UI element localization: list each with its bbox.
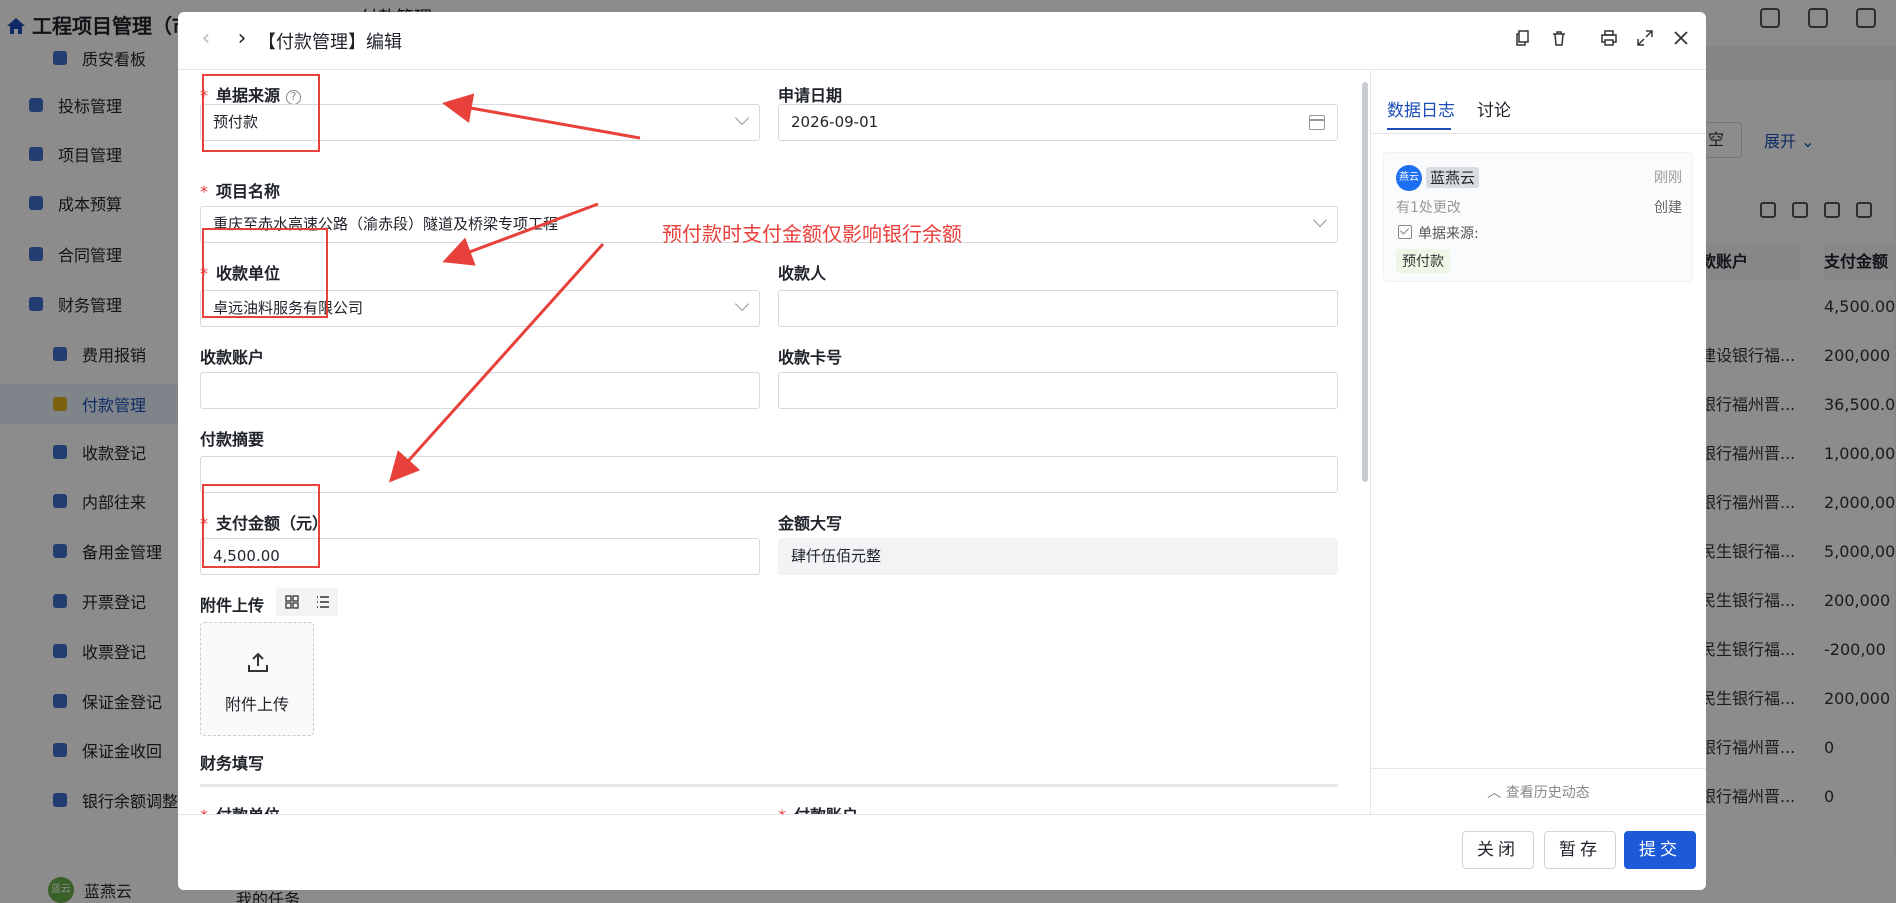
log-time: 刚刚 [1654, 170, 1682, 186]
maximize-icon[interactable] [1636, 29, 1654, 47]
grid-view-icon[interactable] [284, 595, 299, 609]
modal-header-actions [1514, 29, 1690, 47]
date-value: 2026-09-01 [791, 113, 879, 131]
modal-footer: 关闭 暂存 提交 [178, 814, 1706, 890]
close-icon[interactable] [1672, 29, 1690, 47]
copy-icon[interactable] [1514, 29, 1532, 47]
chevron-down-icon [734, 296, 750, 312]
side-panel: 数据日志 讨论 燕云 蓝燕云 刚刚 有1处更改 创建 单据来源: 预付款 ︿ 查… [1371, 70, 1706, 814]
payee-input[interactable] [778, 290, 1338, 327]
summary-label: 付款摘要 [200, 430, 265, 449]
account-input[interactable] [200, 372, 760, 409]
log-card: 燕云 蓝燕云 刚刚 有1处更改 创建 单据来源: 预付款 [1383, 152, 1693, 282]
forward-arrow-icon[interactable]: › [230, 28, 254, 52]
section-divider [200, 784, 1338, 787]
account-label: 收款账户 [200, 348, 265, 367]
edit-modal: ‹ › 【付款管理】编辑 * 单据来源? 预付款 申请日期 2026-09-01 … [178, 12, 1706, 890]
avatar: 燕云 [1396, 165, 1422, 191]
card-label: 收款卡号 [778, 348, 843, 367]
delete-icon[interactable] [1550, 29, 1568, 47]
log-user: 蓝燕云 [1426, 167, 1480, 188]
view-toggle [276, 588, 338, 616]
payer-unit-label: *付款单位 [200, 802, 280, 814]
finance-section-title: 财务填写 [200, 754, 265, 773]
annotation-box-source [202, 74, 320, 152]
payer-account-label: *付款账户 [778, 802, 858, 814]
annotation-box-amount [202, 484, 320, 568]
project-label: * 项目名称 [200, 182, 281, 201]
checkbox-icon [1398, 225, 1412, 239]
chevron-up-icon: ︿ [1487, 785, 1502, 801]
upload-area[interactable]: 附件上传 [200, 622, 314, 736]
chevron-down-icon [734, 110, 750, 126]
tab-discussion[interactable]: 讨论 [1477, 96, 1511, 121]
payee-label: 收款人 [778, 264, 827, 283]
tab-data-log[interactable]: 数据日志 [1387, 96, 1455, 121]
amount-upper-field: 肆仟伍佰元整 [778, 538, 1338, 575]
upload-text: 附件上传 [224, 695, 289, 714]
list-view-icon[interactable] [316, 595, 330, 609]
log-value: 预付款 [1396, 249, 1450, 273]
upload-icon [248, 652, 268, 672]
history-separator [1371, 768, 1706, 769]
save-draft-button[interactable]: 暂存 [1544, 831, 1616, 869]
form-area: * 单据来源? 预付款 申请日期 2026-09-01 * 项目名称 重庆至赤水高速… [178, 70, 1370, 814]
amount-upper-label: 金额大写 [778, 514, 843, 533]
summary-input[interactable] [200, 456, 1338, 493]
modal-title: 【付款管理】编辑 [258, 32, 402, 53]
tab-underline [1387, 128, 1451, 130]
history-text: 查看历史动态 [1505, 785, 1590, 801]
modal-header: ‹ › 【付款管理】编辑 [178, 12, 1706, 70]
tab-separator [1371, 133, 1706, 134]
close-button[interactable]: 关闭 [1462, 831, 1534, 869]
calendar-icon [1309, 115, 1325, 130]
history-link[interactable]: ︿ 查看历史动态 [1371, 782, 1706, 802]
print-icon[interactable] [1600, 29, 1618, 47]
date-input[interactable]: 2026-09-01 [778, 104, 1338, 141]
log-field: 单据来源: [1418, 226, 1479, 242]
card-input[interactable] [778, 372, 1338, 409]
annotation-box-payee [202, 228, 328, 318]
log-change-count: 有1处更改 [1396, 200, 1461, 216]
annotation-text: 预付款时支付金额仅影响银行余额 [662, 222, 962, 246]
date-label: 申请日期 [778, 86, 843, 105]
form-scrollbar[interactable] [1362, 82, 1368, 482]
chevron-down-icon [1312, 212, 1328, 228]
back-arrow-icon[interactable]: ‹ [194, 28, 218, 52]
log-action: 创建 [1654, 200, 1682, 216]
submit-button[interactable]: 提交 [1624, 831, 1696, 869]
attachment-label: 附件上传 [200, 596, 265, 615]
